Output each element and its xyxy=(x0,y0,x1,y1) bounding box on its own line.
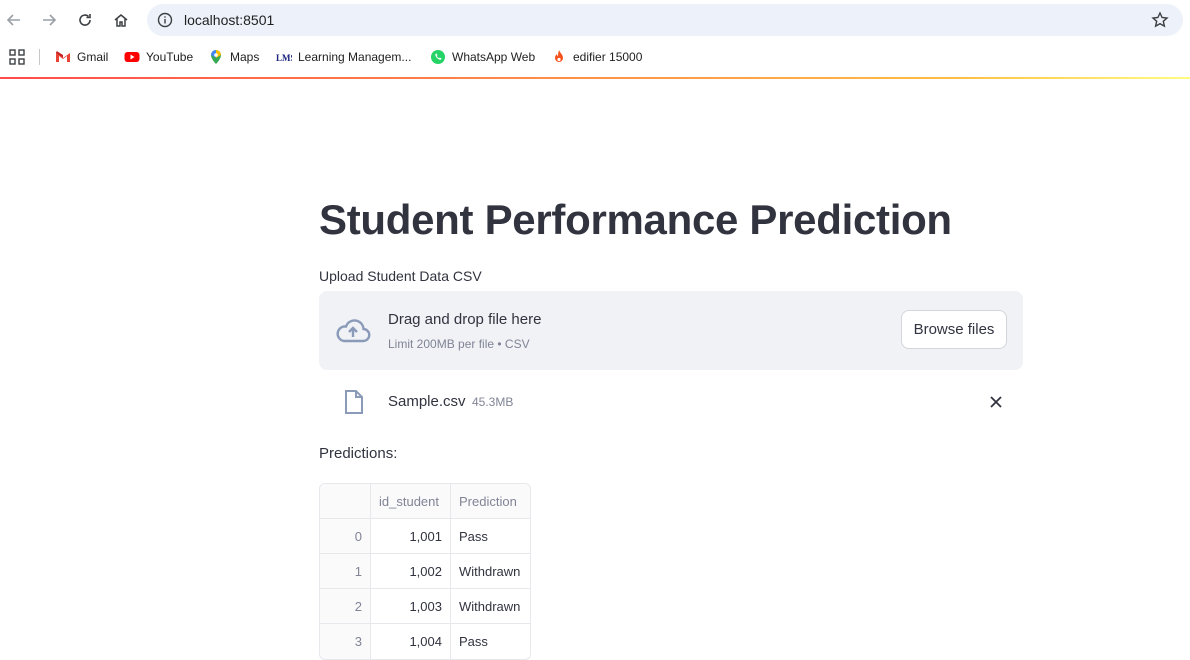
prediction-cell[interactable]: Withdrawn xyxy=(451,554,530,588)
bookmark-lms[interactable]: LMS Learning Managem... xyxy=(276,48,411,66)
bookmark-label: edifier 15000 xyxy=(573,50,643,64)
site-info-icon[interactable] xyxy=(157,12,173,28)
bookmark-star-icon[interactable] xyxy=(1151,11,1169,29)
reload-icon xyxy=(79,14,91,26)
table-row: 0 1,001 Pass xyxy=(320,519,530,554)
uploaded-file: Sample.csv 45.3MB xyxy=(319,383,1023,419)
bookmark-label: Gmail xyxy=(77,50,109,64)
forward-button[interactable] xyxy=(37,8,61,32)
back-arrow-icon xyxy=(6,14,20,26)
uploaded-file-size: 45.3MB xyxy=(472,395,514,409)
back-button[interactable] xyxy=(2,8,26,32)
table-row: 2 1,003 Withdrawn xyxy=(320,589,530,624)
table-row: 1 1,002 Withdrawn xyxy=(320,554,530,589)
table-header-row: id_student Prediction xyxy=(320,484,530,519)
id-student-cell[interactable]: 1,004 xyxy=(371,624,451,659)
bookmark-gmail[interactable]: Gmail xyxy=(55,48,108,66)
uploaded-file-name: Sample.csv xyxy=(388,393,466,410)
id-student-header[interactable]: id_student xyxy=(371,484,451,518)
svg-text:LMS: LMS xyxy=(276,53,292,63)
bookmark-whatsapp[interactable]: WhatsApp Web xyxy=(430,48,535,66)
file-icon xyxy=(345,390,363,414)
streamlit-decoration-bar xyxy=(0,77,1190,79)
browser-toolbar: localhost:8501 xyxy=(0,0,1190,40)
row-index: 0 xyxy=(320,519,371,553)
id-student-cell[interactable]: 1,002 xyxy=(371,554,451,588)
predictions-label: Predictions: xyxy=(319,445,398,462)
address-bar[interactable]: localhost:8501 xyxy=(147,4,1183,36)
browse-files-button[interactable]: Browse files xyxy=(901,310,1007,349)
table-row: 3 1,004 Pass xyxy=(320,624,530,659)
gmail-icon xyxy=(56,51,70,62)
bookmark-label: YouTube xyxy=(146,50,194,64)
forward-arrow-icon xyxy=(43,14,57,26)
apps-grid-icon[interactable] xyxy=(8,48,26,66)
bookmark-youtube[interactable]: YouTube xyxy=(124,48,193,66)
row-index: 2 xyxy=(320,589,371,623)
id-student-cell[interactable]: 1,001 xyxy=(371,519,451,553)
reload-button[interactable] xyxy=(73,8,97,32)
bookmark-label: Maps xyxy=(230,50,260,64)
row-index: 3 xyxy=(320,624,371,659)
id-student-cell[interactable]: 1,003 xyxy=(371,589,451,623)
predictions-table[interactable]: id_student Prediction 0 1,001 Pass 1 1,0… xyxy=(319,483,531,660)
home-button[interactable] xyxy=(109,8,133,32)
close-icon[interactable] xyxy=(988,394,1004,410)
bookmark-label: Learning Managem... xyxy=(298,50,412,64)
lms-icon: LMS xyxy=(276,53,292,63)
whatsapp-icon xyxy=(431,50,445,64)
dropzone-instructions: Drag and drop file here xyxy=(388,311,542,328)
bookmarks-separator xyxy=(39,49,40,65)
prediction-cell[interactable]: Pass xyxy=(451,519,530,553)
prediction-cell[interactable]: Pass xyxy=(451,624,530,659)
bookmark-edifier[interactable]: edifier 15000 xyxy=(551,48,642,66)
row-index: 1 xyxy=(320,554,371,588)
home-icon xyxy=(114,14,128,27)
cloud-upload-icon xyxy=(336,319,371,343)
prediction-cell[interactable]: Withdrawn xyxy=(451,589,530,623)
dropzone-limit: Limit 200MB per file • CSV xyxy=(388,337,530,351)
youtube-icon xyxy=(124,52,140,62)
bookmarks-bar: Gmail YouTube Maps LMS Learning Managem.… xyxy=(0,40,1190,74)
edifier-icon xyxy=(555,50,563,62)
uploader-label: Upload Student Data CSV xyxy=(319,268,482,284)
file-dropzone[interactable]: Drag and drop file here Limit 200MB per … xyxy=(319,291,1023,370)
prediction-header[interactable]: Prediction xyxy=(451,484,530,518)
bookmark-maps[interactable]: Maps xyxy=(208,48,259,66)
index-header xyxy=(320,484,371,518)
page-title: Student Performance Prediction xyxy=(319,196,952,243)
bookmark-label: WhatsApp Web xyxy=(452,50,536,64)
url-text[interactable]: localhost:8501 xyxy=(184,12,274,28)
maps-icon xyxy=(211,50,221,64)
